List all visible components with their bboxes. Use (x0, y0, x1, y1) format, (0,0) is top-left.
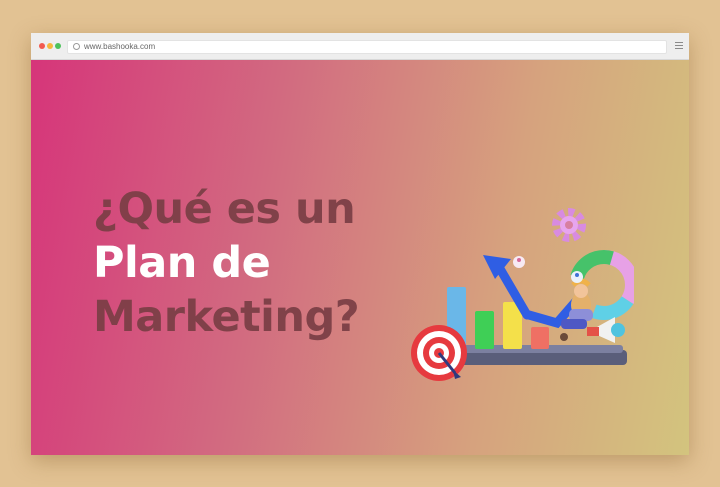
minimize-window-button[interactable] (47, 43, 53, 49)
address-bar-url: www.bashooka.com (84, 42, 156, 51)
hamburger-menu-icon[interactable] (675, 42, 683, 50)
marketing-illustration (411, 208, 634, 381)
growth-arrow-icon (483, 255, 582, 329)
hero-headline: ¿Qué es un Plan de Marketing? (93, 182, 360, 344)
browser-toolbar: www.bashooka.com (31, 33, 689, 60)
browser-window: www.bashooka.com ¿Qué es un Plan de Mark… (31, 33, 689, 455)
headline-line-3: Marketing? (93, 292, 360, 342)
user-badge-icon (513, 256, 583, 283)
close-window-button[interactable] (39, 43, 45, 49)
headline-line-2: Plan de (93, 238, 271, 288)
target-icon (411, 325, 467, 381)
maximize-window-button[interactable] (55, 43, 61, 49)
headline-line-1: ¿Qué es un (93, 184, 356, 234)
megaphone-icon (587, 317, 625, 343)
site-info-icon (73, 43, 80, 50)
gear-icon (552, 208, 586, 242)
hero-banner: ¿Qué es un Plan de Marketing? (31, 60, 689, 455)
address-bar[interactable]: www.bashooka.com (67, 40, 667, 54)
